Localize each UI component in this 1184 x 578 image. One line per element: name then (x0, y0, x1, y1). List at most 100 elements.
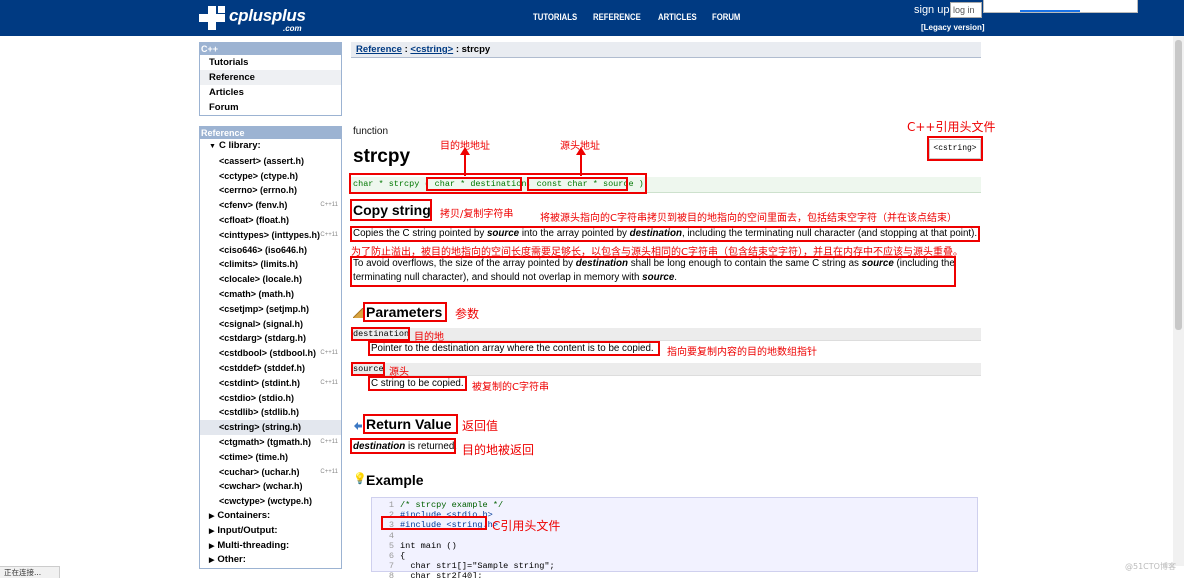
sidebar-item-reference[interactable]: Reference (200, 70, 341, 85)
expanded-triangle-icon: ▼ (209, 143, 216, 150)
library-list: <cassert> (assert.h) <cctype> (ctype.h) <c… (200, 154, 341, 509)
nav-tutorials[interactable]: TUTORIALS (533, 12, 577, 22)
sidebar-lib-item[interactable]: <climits> (limits.h) (200, 257, 341, 272)
annotation-params: 参数 (455, 307, 480, 321)
collapsed-triangle-icon: ▶ (209, 527, 215, 535)
sidebar-lib-item[interactable]: <cstdbool> (stdbool.h) C++11 (200, 346, 341, 361)
sidebar-item-tutorials[interactable]: Tutorials (200, 55, 341, 70)
sidebar-lib-label: <cstring> (string.h) (219, 422, 302, 433)
annotation-box-desc1 (350, 226, 980, 242)
sidebar-lib-item[interactable]: <cerrno> (errno.h) (200, 183, 341, 198)
sidebar-lib-label: <cwctype> (wctype.h) (219, 496, 313, 507)
code-example: 1/* strcpy example */2 #include <stdio.h>… (371, 497, 978, 578)
sidebar-lib-item[interactable]: <cfenv> (fenv.h) C++11 (200, 198, 341, 213)
annotation-box-dest-desc (368, 341, 660, 356)
sidebar-group-clib[interactable]: ▼ C library: (200, 139, 341, 154)
sign-up-link[interactable]: sign up (914, 4, 949, 16)
code-line: 6{ (372, 551, 405, 561)
code-text: char str1[]="Sample string"; (400, 561, 555, 572)
collapsed-triangle-icon: ▶ (209, 557, 215, 565)
sidebar-lib-item[interactable]: <cinttypes> (inttypes.h) C++11 (200, 228, 341, 243)
page-title: strcpy (353, 146, 411, 167)
sidebar-lib-label: <ctgmath> (tgmath.h) (219, 436, 312, 447)
status-bar: 正在连接... (0, 566, 60, 578)
sidebar-lib-item[interactable]: <cstdint> (stdint.h) C++11 (200, 376, 341, 391)
sidebar-lib-item[interactable]: <cwchar> (wchar.h) (200, 479, 341, 494)
annotation-box-copy-title (350, 199, 432, 221)
sidebar-group-other[interactable]: ▶ Other: (200, 553, 341, 568)
annotation-returned: 目的地被返回 (462, 443, 535, 457)
sidebar-lib-item[interactable]: <cstddef> (stddef.h) (200, 361, 341, 376)
param-destination-bar (351, 328, 981, 341)
code-line: 5 int main () (372, 541, 457, 551)
annotation-src-addr: 源头地址 (560, 141, 600, 152)
sidebar-lib-item[interactable]: <ciso646> (iso646.h) (200, 243, 341, 258)
sidebar-reference-box: ▼ C library: <cassert> (assert.h) <cctype>… (199, 139, 342, 570)
sidebar-group-label: Containers: (217, 509, 271, 521)
sidebar-lib-item[interactable]: <csignal> (signal.h) (200, 317, 341, 332)
annotation-box-return-text (350, 438, 456, 454)
annotation-box-return-title (363, 414, 458, 434)
sidebar-group-io[interactable]: ▶ Input/Output: (200, 524, 341, 539)
breadcrumb-cstring[interactable]: <cstring> (410, 44, 453, 55)
annotation-copy-desc: 将被源头指向的C字符串拷贝到被目的地指向的空间里面去，包括结束空字符（并在该点结… (540, 213, 957, 224)
sidebar-lib-item[interactable]: <cmath> (math.h) (200, 287, 341, 302)
annotation-box-include (381, 516, 487, 530)
cpp11-badge: C++11 (320, 438, 338, 445)
sidebar-group-containers[interactable]: ▶ Containers: (200, 509, 341, 524)
code-text: /* strcpy example */ (400, 500, 504, 510)
sidebar-lib-item[interactable]: <ctime> (time.h) (200, 450, 341, 465)
sidebar-group-threading[interactable]: ▶ Multi-threading: (200, 539, 341, 554)
sidebar-lib-item[interactable]: <cstdio> (stdio.h) (200, 391, 341, 406)
page-scrollbar[interactable] (1173, 36, 1184, 566)
sidebar-lib-item[interactable]: <cwctype> (wctype.h) (200, 494, 341, 509)
nav-reference[interactable]: REFERENCE (593, 12, 641, 22)
sidebar-lib-label: <cstdio> (stdio.h) (219, 392, 295, 403)
sidebar-lib-label: <cfloat> (float.h) (219, 214, 290, 225)
nav-articles[interactable]: ARTICLES (658, 12, 697, 22)
legacy-version-link[interactable]: [Legacy version] (921, 23, 985, 32)
annotation-src-desc: 被复制的C字符串 (472, 382, 549, 393)
return-arrow-icon (354, 422, 362, 430)
sidebar-lib-label: <cstddef> (stddef.h) (219, 362, 306, 373)
arrow-up-icon (460, 147, 470, 176)
sidebar-lib-item[interactable]: <cstring> (string.h) (200, 420, 341, 435)
sidebar-lib-label: <cstdlib> (stdlib.h) (219, 407, 300, 418)
login-input[interactable]: log in (950, 2, 982, 18)
line-number: 5 (388, 540, 394, 551)
line-number: 4 (388, 530, 394, 541)
sidebar-lib-label: <cerrno> (errno.h) (219, 185, 298, 196)
sidebar-group-label: C library: (218, 140, 261, 151)
site-logo[interactable]: cplusplus .com (199, 4, 309, 33)
sidebar-lib-item[interactable]: <ctgmath> (tgmath.h) C++11 (200, 435, 341, 450)
sidebar-lib-item[interactable]: <cstdarg> (stdarg.h) (200, 331, 341, 346)
arrow-up-icon (576, 147, 586, 176)
lightbulb-icon: 💡 (353, 473, 367, 485)
annotation-return: 返回值 (462, 419, 499, 433)
annotation-box-dest (426, 177, 522, 191)
sidebar-lib-item[interactable]: <cassert> (assert.h) (200, 154, 341, 169)
sidebar-lib-item[interactable]: <cctype> (ctype.h) (200, 169, 341, 184)
annotation-c-header: C引用头文件 (492, 519, 561, 533)
sidebar-item-forum[interactable]: Forum (200, 100, 341, 115)
sidebar-group-label: Other: (217, 554, 246, 566)
sidebar-cpp-head: C++ (199, 42, 342, 55)
sidebar-lib-item[interactable]: <cfloat> (float.h) (200, 213, 341, 228)
cpp11-badge: C++11 (320, 202, 338, 209)
nav-forum[interactable]: FORUM (712, 12, 740, 22)
code-line: 4 (372, 531, 400, 541)
breadcrumb-reference[interactable]: Reference (356, 44, 402, 55)
sidebar-lib-item[interactable]: <clocale> (locale.h) (200, 272, 341, 287)
sidebar-lib-label: <cstdint> (stdint.h) (219, 377, 300, 388)
sidebar-lib-item[interactable]: <cuchar> (uchar.h) C++11 (200, 465, 341, 480)
code-line: 1 /* strcpy example */ (372, 500, 503, 510)
sidebar-lib-label: <cctype> (ctype.h) (219, 170, 299, 181)
sidebar-lib-item[interactable]: <cstdlib> (stdlib.h) (200, 405, 341, 420)
line-number: 1 (388, 500, 394, 510)
param-source-bar (351, 363, 981, 376)
logo-text: cplusplus (229, 6, 306, 25)
scroll-thumb[interactable] (1175, 40, 1182, 330)
sidebar-item-articles[interactable]: Articles (200, 85, 341, 100)
code-text: int main () (400, 540, 457, 551)
sidebar-lib-item[interactable]: <csetjmp> (setjmp.h) (200, 302, 341, 317)
